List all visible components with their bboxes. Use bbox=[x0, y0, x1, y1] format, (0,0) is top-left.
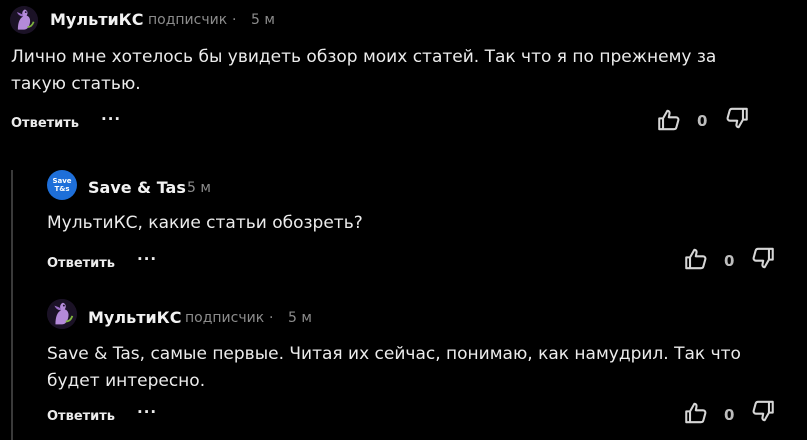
reply-button[interactable]: Ответить bbox=[47, 256, 115, 271]
thumb-up-icon[interactable] bbox=[683, 246, 709, 272]
comment-author[interactable]: МультиКС bbox=[88, 308, 182, 327]
comment-author[interactable]: МультиКС bbox=[50, 10, 144, 29]
thumb-down-icon[interactable] bbox=[750, 245, 776, 271]
comment-text: МультиКС, какие статьи обозреть? bbox=[47, 213, 363, 233]
comment-time: 5 м bbox=[187, 180, 211, 196]
more-options-button[interactable]: ··· bbox=[137, 403, 157, 421]
thumb-down-icon[interactable] bbox=[724, 105, 750, 131]
reply-button[interactable]: Ответить bbox=[11, 116, 79, 131]
comment-time: 5 м bbox=[251, 12, 275, 28]
more-options-button[interactable]: ··· bbox=[101, 110, 121, 128]
purple-dragon-avatar-icon[interactable] bbox=[47, 299, 77, 329]
subscriber-badge: подписчик bbox=[148, 12, 228, 28]
reply-button[interactable]: Ответить bbox=[47, 409, 115, 424]
thread-line bbox=[11, 170, 13, 440]
avatar-lettering: Save T&s bbox=[52, 177, 72, 193]
blue-save-tas-avatar-icon[interactable]: Save T&s bbox=[47, 170, 77, 200]
comment-time: 5 м bbox=[288, 310, 312, 326]
more-options-button[interactable]: ··· bbox=[137, 250, 157, 268]
purple-dragon-avatar-icon[interactable] bbox=[10, 6, 38, 34]
comment-author[interactable]: Save & Tas bbox=[88, 178, 186, 197]
meta-separator: · bbox=[232, 12, 237, 28]
thumb-up-icon[interactable] bbox=[683, 400, 709, 426]
comment-text: Лично мне хотелось бы увидеть обзор моих… bbox=[11, 47, 717, 94]
subscriber-badge: подписчик bbox=[185, 310, 265, 326]
meta-separator: · bbox=[269, 310, 274, 326]
like-count: 0 bbox=[724, 252, 735, 270]
like-count: 0 bbox=[697, 112, 708, 130]
comment-text: Save & Tas, самые первые. Читая их сейча… bbox=[47, 344, 741, 391]
like-count: 0 bbox=[724, 406, 735, 424]
thumb-up-icon[interactable] bbox=[656, 107, 682, 133]
thumb-down-icon[interactable] bbox=[750, 398, 776, 424]
